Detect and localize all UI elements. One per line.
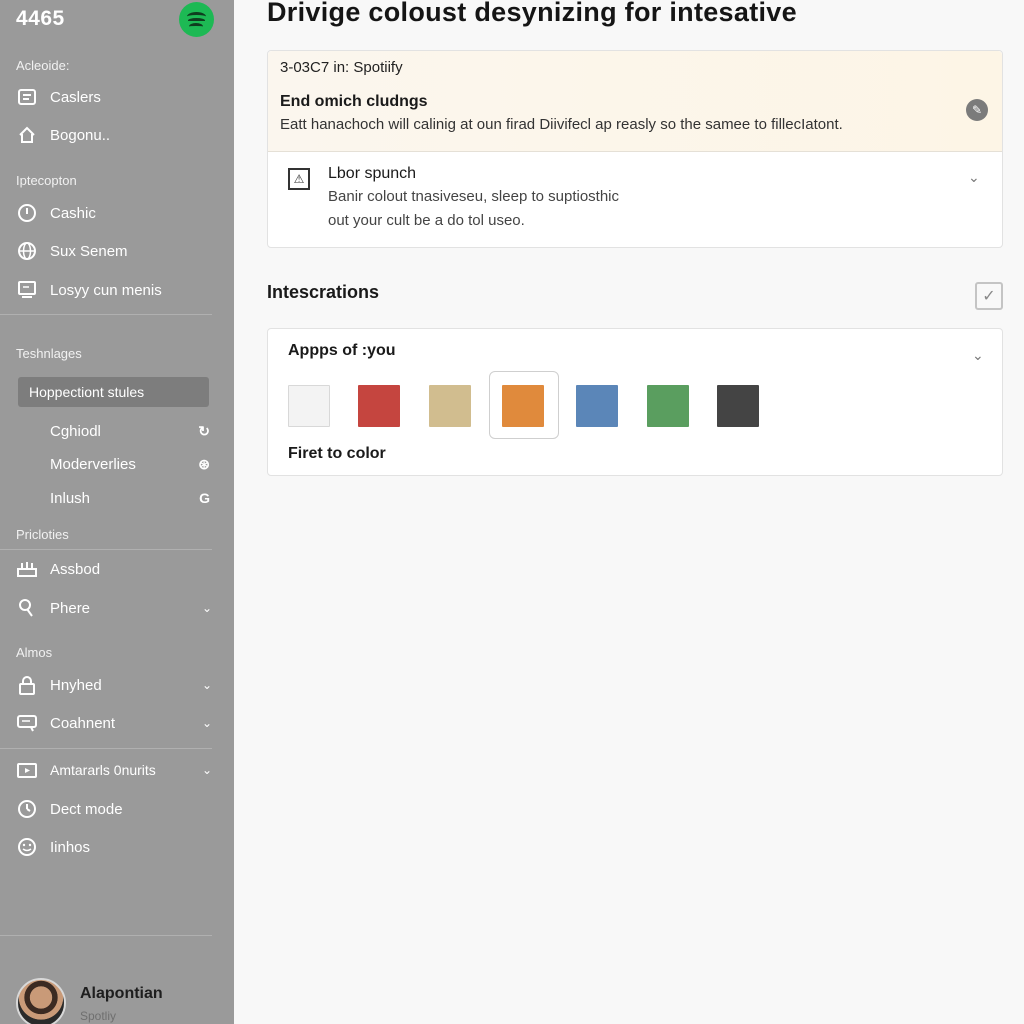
swatch-red[interactable] xyxy=(358,385,400,427)
stack-icon xyxy=(16,558,38,580)
chevron-down-icon[interactable]: ⌄ xyxy=(200,716,214,730)
app-number: 4465 xyxy=(16,7,65,30)
color-picker-heading: Appps of :you xyxy=(288,342,396,359)
divider xyxy=(0,549,212,550)
sidebar-item-label: Caslers xyxy=(50,88,101,106)
badge-icon: ⊛ xyxy=(198,455,210,472)
notice-banner: 3-03C7 in: Spotiify End omich cludngs Ea… xyxy=(268,51,1002,152)
sidebar-item-phere[interactable]: Phere ⌄ xyxy=(16,593,214,623)
user-profile[interactable]: Alapontian Spotliy xyxy=(16,978,216,1024)
monitor-icon xyxy=(16,279,38,301)
divider xyxy=(0,314,212,315)
chevron-down-icon[interactable]: ⌄ xyxy=(200,601,214,615)
section-label: Almos xyxy=(16,645,53,660)
sidebar-item-assbod[interactable]: Assbod xyxy=(16,554,214,584)
swatch-tan[interactable] xyxy=(429,385,471,427)
sub-item-label: Inlush xyxy=(50,489,91,507)
sub-item-cghiodl[interactable]: Cghiodl ↻ xyxy=(50,418,210,444)
chevron-down-icon[interactable]: ⌄ xyxy=(968,169,980,186)
sub-item-moderverlies[interactable]: Moderverlies ⊛ xyxy=(50,451,210,477)
swatch-blue[interactable] xyxy=(576,385,618,427)
list-icon xyxy=(16,86,38,108)
sidebar-item-label: Losyy cun menis xyxy=(50,281,162,299)
notice-description: Eatt hanachoch will calinig at oun firad… xyxy=(280,116,843,133)
clock-icon xyxy=(16,202,38,224)
chat-icon xyxy=(16,712,38,734)
refresh-icon: ↻ xyxy=(198,422,210,439)
sub-item-label: Moderverlies xyxy=(50,455,136,473)
color-picker-footer: Firet to color xyxy=(288,445,386,462)
sidebar-item-label: Sux Senem xyxy=(50,242,128,260)
home-icon xyxy=(16,124,38,146)
main-content: Drivige coloust desynizing for intesativ… xyxy=(234,0,1024,1024)
color-picker-card: Appps of :you ⌄ Firet to color xyxy=(267,328,1003,476)
page-title: Drivige coloust desynizing for intesativ… xyxy=(267,0,797,27)
section-title: Intescrations xyxy=(267,282,380,302)
sidebar-item-amtararls[interactable]: Amtararls 0nurits ⌄ xyxy=(16,755,214,785)
sidebar-item-label: Assbod xyxy=(50,560,101,578)
sidebar-header: 4465 xyxy=(16,1,214,37)
globe-icon xyxy=(16,240,38,262)
option-description: out your cult be a do tol useo. xyxy=(328,212,525,229)
section-label: Teshnlages xyxy=(16,346,82,361)
chevron-down-icon[interactable]: ⌄ xyxy=(200,763,214,777)
sidebar-item-bogonu[interactable]: Bogonu.. xyxy=(16,120,214,150)
sidebar-item-cashic[interactable]: Cashic xyxy=(16,198,214,228)
swatch-green[interactable] xyxy=(647,385,689,427)
sidebar-item-hnyhed[interactable]: Hnyhed ⌄ xyxy=(16,670,214,700)
g-icon: G xyxy=(199,490,210,506)
sidebar-item-dect-mode[interactable]: Dect mode xyxy=(16,794,214,824)
warning-icon: ⚠ xyxy=(288,168,310,190)
spotify-logo-icon[interactable] xyxy=(179,1,214,37)
video-icon xyxy=(16,759,38,781)
sidebar-item-label: Hnyhed xyxy=(50,676,102,694)
sidebar-item-label: Cashic xyxy=(50,204,96,222)
sidebar-item-label: Dect mode xyxy=(50,800,123,818)
sidebar-item-label: Amtararls 0nurits xyxy=(50,762,156,778)
section-label: Pricloties xyxy=(16,527,69,542)
option-heading: Lbor spunch xyxy=(328,165,417,182)
pin-icon xyxy=(16,597,38,619)
user-name: Alapontian xyxy=(80,985,163,1002)
smile-icon xyxy=(16,836,38,858)
avatar[interactable] xyxy=(16,978,66,1024)
sidebar-item-label: Iinhos xyxy=(50,838,91,856)
swatch-orange[interactable] xyxy=(502,385,544,427)
sidebar: 4465 Acleoide: Caslers Bogonu.. Iptecopt… xyxy=(0,0,234,1024)
clock-icon xyxy=(16,798,38,820)
info-card: 3-03C7 in: Spotiify End omich cludngs Ea… xyxy=(267,50,1003,248)
user-subtitle: Spotliy xyxy=(80,1009,117,1023)
breadcrumb: 3-03C7 in: Spotiify xyxy=(280,59,403,76)
sidebar-item-sux-senem[interactable]: Sux Senem xyxy=(16,236,214,266)
swatch-white[interactable] xyxy=(288,385,330,427)
sidebar-item-selected[interactable]: Hoppectiont stules xyxy=(18,377,209,407)
divider xyxy=(0,935,212,936)
divider xyxy=(0,748,212,749)
user-info: Alapontian Spotliy xyxy=(80,978,163,1023)
chevron-down-icon[interactable]: ⌄ xyxy=(972,347,984,364)
edit-icon[interactable]: ✎ xyxy=(966,99,988,121)
option-description: Banir colout tnasiveseu, sleep to suptio… xyxy=(328,188,619,205)
sidebar-item-caslers[interactable]: Caslers xyxy=(16,82,214,112)
section-label: Acleoide: xyxy=(16,58,70,73)
sidebar-item-losyy[interactable]: Losyy cun menis xyxy=(16,275,214,305)
lock-icon xyxy=(16,674,38,696)
chevron-down-icon[interactable]: ⌄ xyxy=(200,678,214,692)
sidebar-item-iinhos[interactable]: Iinhos xyxy=(16,832,214,862)
sidebar-item-coahnent[interactable]: Coahnent ⌄ xyxy=(16,708,214,738)
checkbox[interactable]: ✓ xyxy=(975,282,1003,310)
section-label: Iptecopton xyxy=(16,173,77,188)
notice-heading: End omich cludngs xyxy=(280,93,428,110)
sub-item-inlush[interactable]: Inlush G xyxy=(50,485,210,511)
sub-item-label: Cghiodl xyxy=(50,422,101,440)
sidebar-item-label: Phere xyxy=(50,599,91,617)
sidebar-item-label: Coahnent xyxy=(50,714,116,732)
sidebar-item-label: Bogonu.. xyxy=(50,126,111,144)
swatch-charcoal[interactable] xyxy=(717,385,759,427)
